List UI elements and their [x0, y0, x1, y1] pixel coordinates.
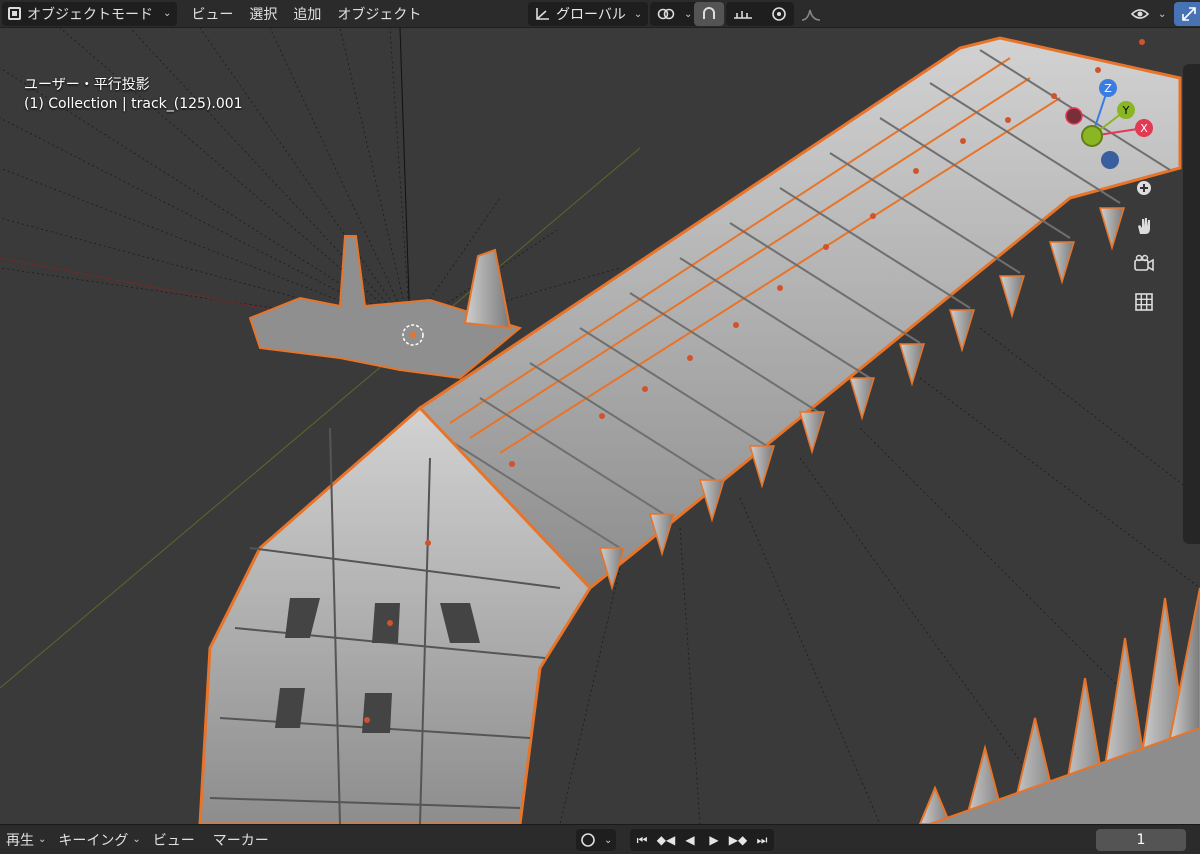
visibility-dropdown[interactable]: ⌄ [1124, 2, 1172, 26]
camera-icon [1134, 254, 1154, 272]
visibility-icon [1130, 9, 1150, 19]
object-mode-icon [8, 7, 21, 20]
mode-dropdown[interactable]: オブジェクトモード ⌄ [2, 1, 178, 26]
snap-toggle[interactable] [694, 2, 724, 26]
chevron-down-icon: ⌄ [604, 834, 613, 846]
current-frame-field[interactable]: 1 [1096, 829, 1186, 851]
chevron-down-icon: ⌄ [163, 8, 172, 19]
chevron-down-icon: ⌄ [38, 834, 47, 845]
zoom-icon [1137, 181, 1151, 195]
orientation-label: グローバル [556, 7, 626, 23]
3d-viewport[interactable]: ユーザー・平行投影 (1) Collection | track_(125).0… [0, 28, 1200, 824]
menu-object[interactable]: オブジェクト [329, 2, 429, 26]
transform-orientation-dropdown[interactable]: グローバル ⌄ [528, 2, 649, 26]
zoom-tool[interactable] [1130, 174, 1158, 202]
falloff-dropdown[interactable] [794, 2, 828, 26]
camera-view-tool[interactable] [1130, 250, 1158, 278]
neg-y-axis-handle[interactable] [1081, 125, 1103, 147]
viewport-header: オブジェクトモード ⌄ ビュー 選択 追加 オブジェクト グローバル ⌄ ⌄ ⌄ [0, 0, 1200, 28]
link-icon [657, 8, 675, 20]
keying-menu[interactable]: キーイング ⌄ [52, 829, 146, 851]
sidebar-collapsed[interactable] [1183, 64, 1200, 544]
play-reverse-button[interactable]: ◀ [678, 829, 702, 851]
playback-menu[interactable]: 再生 ⌄ [0, 829, 52, 851]
menu-add[interactable]: 追加 [285, 2, 329, 26]
pivot-dropdown[interactable]: ⌄ [650, 2, 699, 26]
next-keyframe-button[interactable]: ▶◆ [726, 829, 750, 851]
chevron-down-icon: ⌄ [132, 834, 141, 845]
neg-z-axis-handle[interactable] [1101, 151, 1119, 169]
timeline-view-menu[interactable]: ビュー [147, 829, 201, 851]
menu-select[interactable]: 選択 [241, 2, 285, 26]
gizmo-toggle[interactable] [1174, 2, 1200, 26]
chevron-down-icon: ⌄ [1158, 8, 1167, 20]
jump-start-button[interactable]: ⏮ [630, 829, 654, 851]
navigation-gizmo[interactable]: Z Y X [1056, 78, 1176, 188]
playback-controls: ⏮ ◆◀ ◀ ▶ ▶◆ ⏭ [630, 829, 774, 851]
play-button[interactable]: ▶ [702, 829, 726, 851]
view-label: ユーザー・平行投影 [24, 77, 150, 93]
playback-label: 再生 [6, 832, 34, 849]
neg-x-axis-handle[interactable] [1065, 107, 1083, 125]
keying-label: キーイング [58, 832, 129, 849]
orientation-icon [536, 8, 549, 20]
proportional-icon [772, 7, 786, 21]
falloff-icon [801, 9, 821, 21]
timeline-header: 再生 ⌄ キーイング ⌄ ビュー マーカー ⌄ ⏮ ◆◀ ◀ ▶ ▶◆ ⏭ 1 [0, 824, 1200, 854]
z-axis-label: Z [1104, 82, 1112, 95]
y-axis-label: Y [1122, 104, 1130, 117]
x-axis-label: X [1140, 122, 1148, 135]
scene-render [0, 28, 1200, 824]
proportional-toggle[interactable] [764, 2, 794, 26]
object-info: (1) Collection | track_(125).001 [24, 96, 243, 112]
mode-label: オブジェクトモード [27, 6, 153, 23]
menu-view[interactable]: ビュー [183, 2, 241, 26]
chevron-down-icon: ⌄ [684, 8, 693, 20]
marker-menu[interactable]: マーカー [207, 829, 275, 851]
chevron-down-icon: ⌄ [633, 8, 643, 20]
snap-increment-icon [734, 11, 752, 19]
record-icon [581, 833, 595, 847]
hand-icon [1138, 218, 1150, 234]
auto-keying-toggle[interactable]: ⌄ [576, 829, 617, 851]
gizmo-toggle-icon [1182, 7, 1197, 21]
jump-end-button[interactable]: ⏭ [750, 829, 774, 851]
prev-keyframe-button[interactable]: ◆◀ [654, 829, 678, 851]
snap-icon [703, 7, 715, 19]
pan-tool[interactable] [1130, 212, 1158, 240]
perspective-toggle[interactable] [1130, 288, 1158, 316]
grid-icon [1135, 293, 1153, 311]
